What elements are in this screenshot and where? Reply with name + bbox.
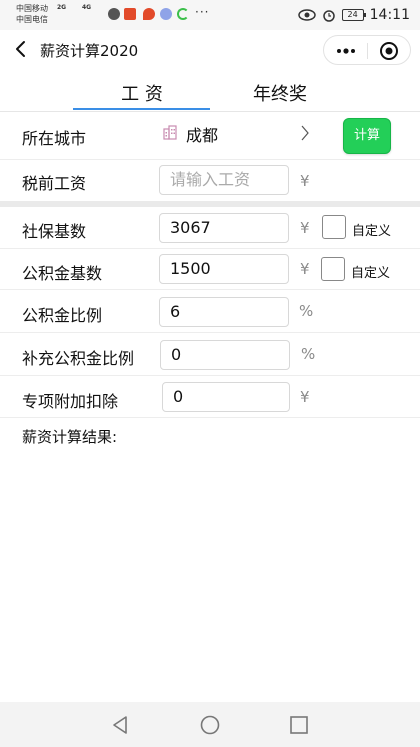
tab-salary[interactable]: 工 资	[72, 80, 212, 106]
fund-ratio-unit: %	[299, 302, 314, 320]
nav-home-icon[interactable]	[199, 714, 221, 736]
system-nav-bar	[0, 702, 420, 747]
fund-base-custom-checkbox[interactable]	[321, 257, 345, 281]
app-c-icon	[177, 8, 189, 20]
app-notification-icon	[124, 8, 136, 20]
signal-2g: 2G	[57, 4, 67, 11]
nav-bar: 薪资计算2020	[0, 30, 420, 70]
social-base-input[interactable]: 3067	[159, 213, 289, 243]
fund-ratio-input[interactable]: 6	[159, 297, 289, 327]
battery-icon: 24	[341, 9, 366, 21]
fund-base-label: 公积金基数	[22, 264, 103, 283]
active-tab-indicator	[73, 108, 210, 110]
back-icon[interactable]	[12, 38, 32, 60]
tab-bar: 工 资 年终奖	[0, 70, 420, 112]
supp-fund-ratio-label: 补充公积金比例	[22, 349, 135, 368]
capsule-divider	[367, 43, 368, 59]
location-pin-icon	[143, 8, 155, 20]
status-right: 24 14:11	[297, 6, 410, 24]
miniapp-capsule	[323, 35, 411, 65]
tab-year-end-bonus[interactable]: 年终奖	[210, 80, 350, 106]
fund-ratio-row: 公积金比例 6 %	[0, 290, 420, 333]
supp-fund-ratio-input[interactable]: 0	[160, 340, 290, 370]
supp-fund-ratio-row: 补充公积金比例 0 %	[0, 333, 420, 376]
eye-icon	[297, 9, 316, 21]
alarm-icon	[322, 10, 335, 22]
special-deduction-row: 专项附加扣除 0 ¥	[0, 376, 420, 418]
clock: 14:11	[369, 7, 410, 23]
social-base-label: 社保基数	[22, 222, 87, 241]
pretax-salary-input[interactable]: 请输入工资	[159, 165, 289, 195]
social-base-unit: ¥	[300, 219, 310, 237]
special-deduction-label: 专项附加扣除	[22, 392, 119, 411]
result-label: 薪资计算结果:	[22, 428, 118, 446]
fund-ratio-label: 公积金比例	[22, 306, 103, 325]
carrier-2: 中国电信	[16, 15, 48, 24]
close-miniapp-icon[interactable]	[379, 41, 399, 61]
supp-fund-ratio-unit: %	[301, 345, 316, 363]
pretax-unit: ¥	[300, 172, 310, 190]
fund-base-custom-label: 自定义	[351, 266, 391, 281]
status-bar: 中国移动 中国电信 2G 4G ··· 24 14:11	[0, 0, 420, 30]
page-title: 薪资计算2020	[40, 42, 139, 60]
fund-base-input[interactable]: 1500	[159, 254, 289, 284]
carrier-1: 中国移动	[16, 4, 48, 13]
fund-base-unit: ¥	[300, 260, 310, 278]
app-ball-icon	[160, 8, 172, 20]
row-divider	[0, 417, 420, 418]
more-notifications: ···	[195, 5, 210, 19]
carrier-labels: 中国移动 中国电信	[16, 3, 48, 25]
signal-4g: 4G	[82, 4, 92, 11]
special-deduction-input[interactable]: 0	[162, 382, 290, 412]
pretax-label: 税前工资	[22, 174, 87, 193]
nav-back-icon[interactable]	[109, 714, 131, 736]
social-base-row: 社保基数 3067 ¥ 自定义	[0, 207, 420, 249]
special-deduction-unit: ¥	[300, 388, 310, 406]
notification-icon	[108, 8, 120, 20]
more-icon[interactable]	[335, 44, 357, 58]
pretax-row: 税前工资 请输入工资 ¥	[0, 160, 420, 201]
chevron-right-icon[interactable]	[300, 124, 310, 142]
social-base-custom-checkbox[interactable]	[322, 215, 346, 239]
city-value[interactable]: 成都	[186, 122, 218, 146]
building-icon	[163, 125, 177, 140]
city-label: 所在城市	[22, 129, 87, 148]
social-base-custom-label: 自定义	[352, 224, 392, 239]
nav-recents-icon[interactable]	[288, 714, 310, 736]
calculate-button[interactable]: 计算	[343, 118, 391, 154]
fund-base-row: 公积金基数 1500 ¥ 自定义	[0, 249, 420, 290]
